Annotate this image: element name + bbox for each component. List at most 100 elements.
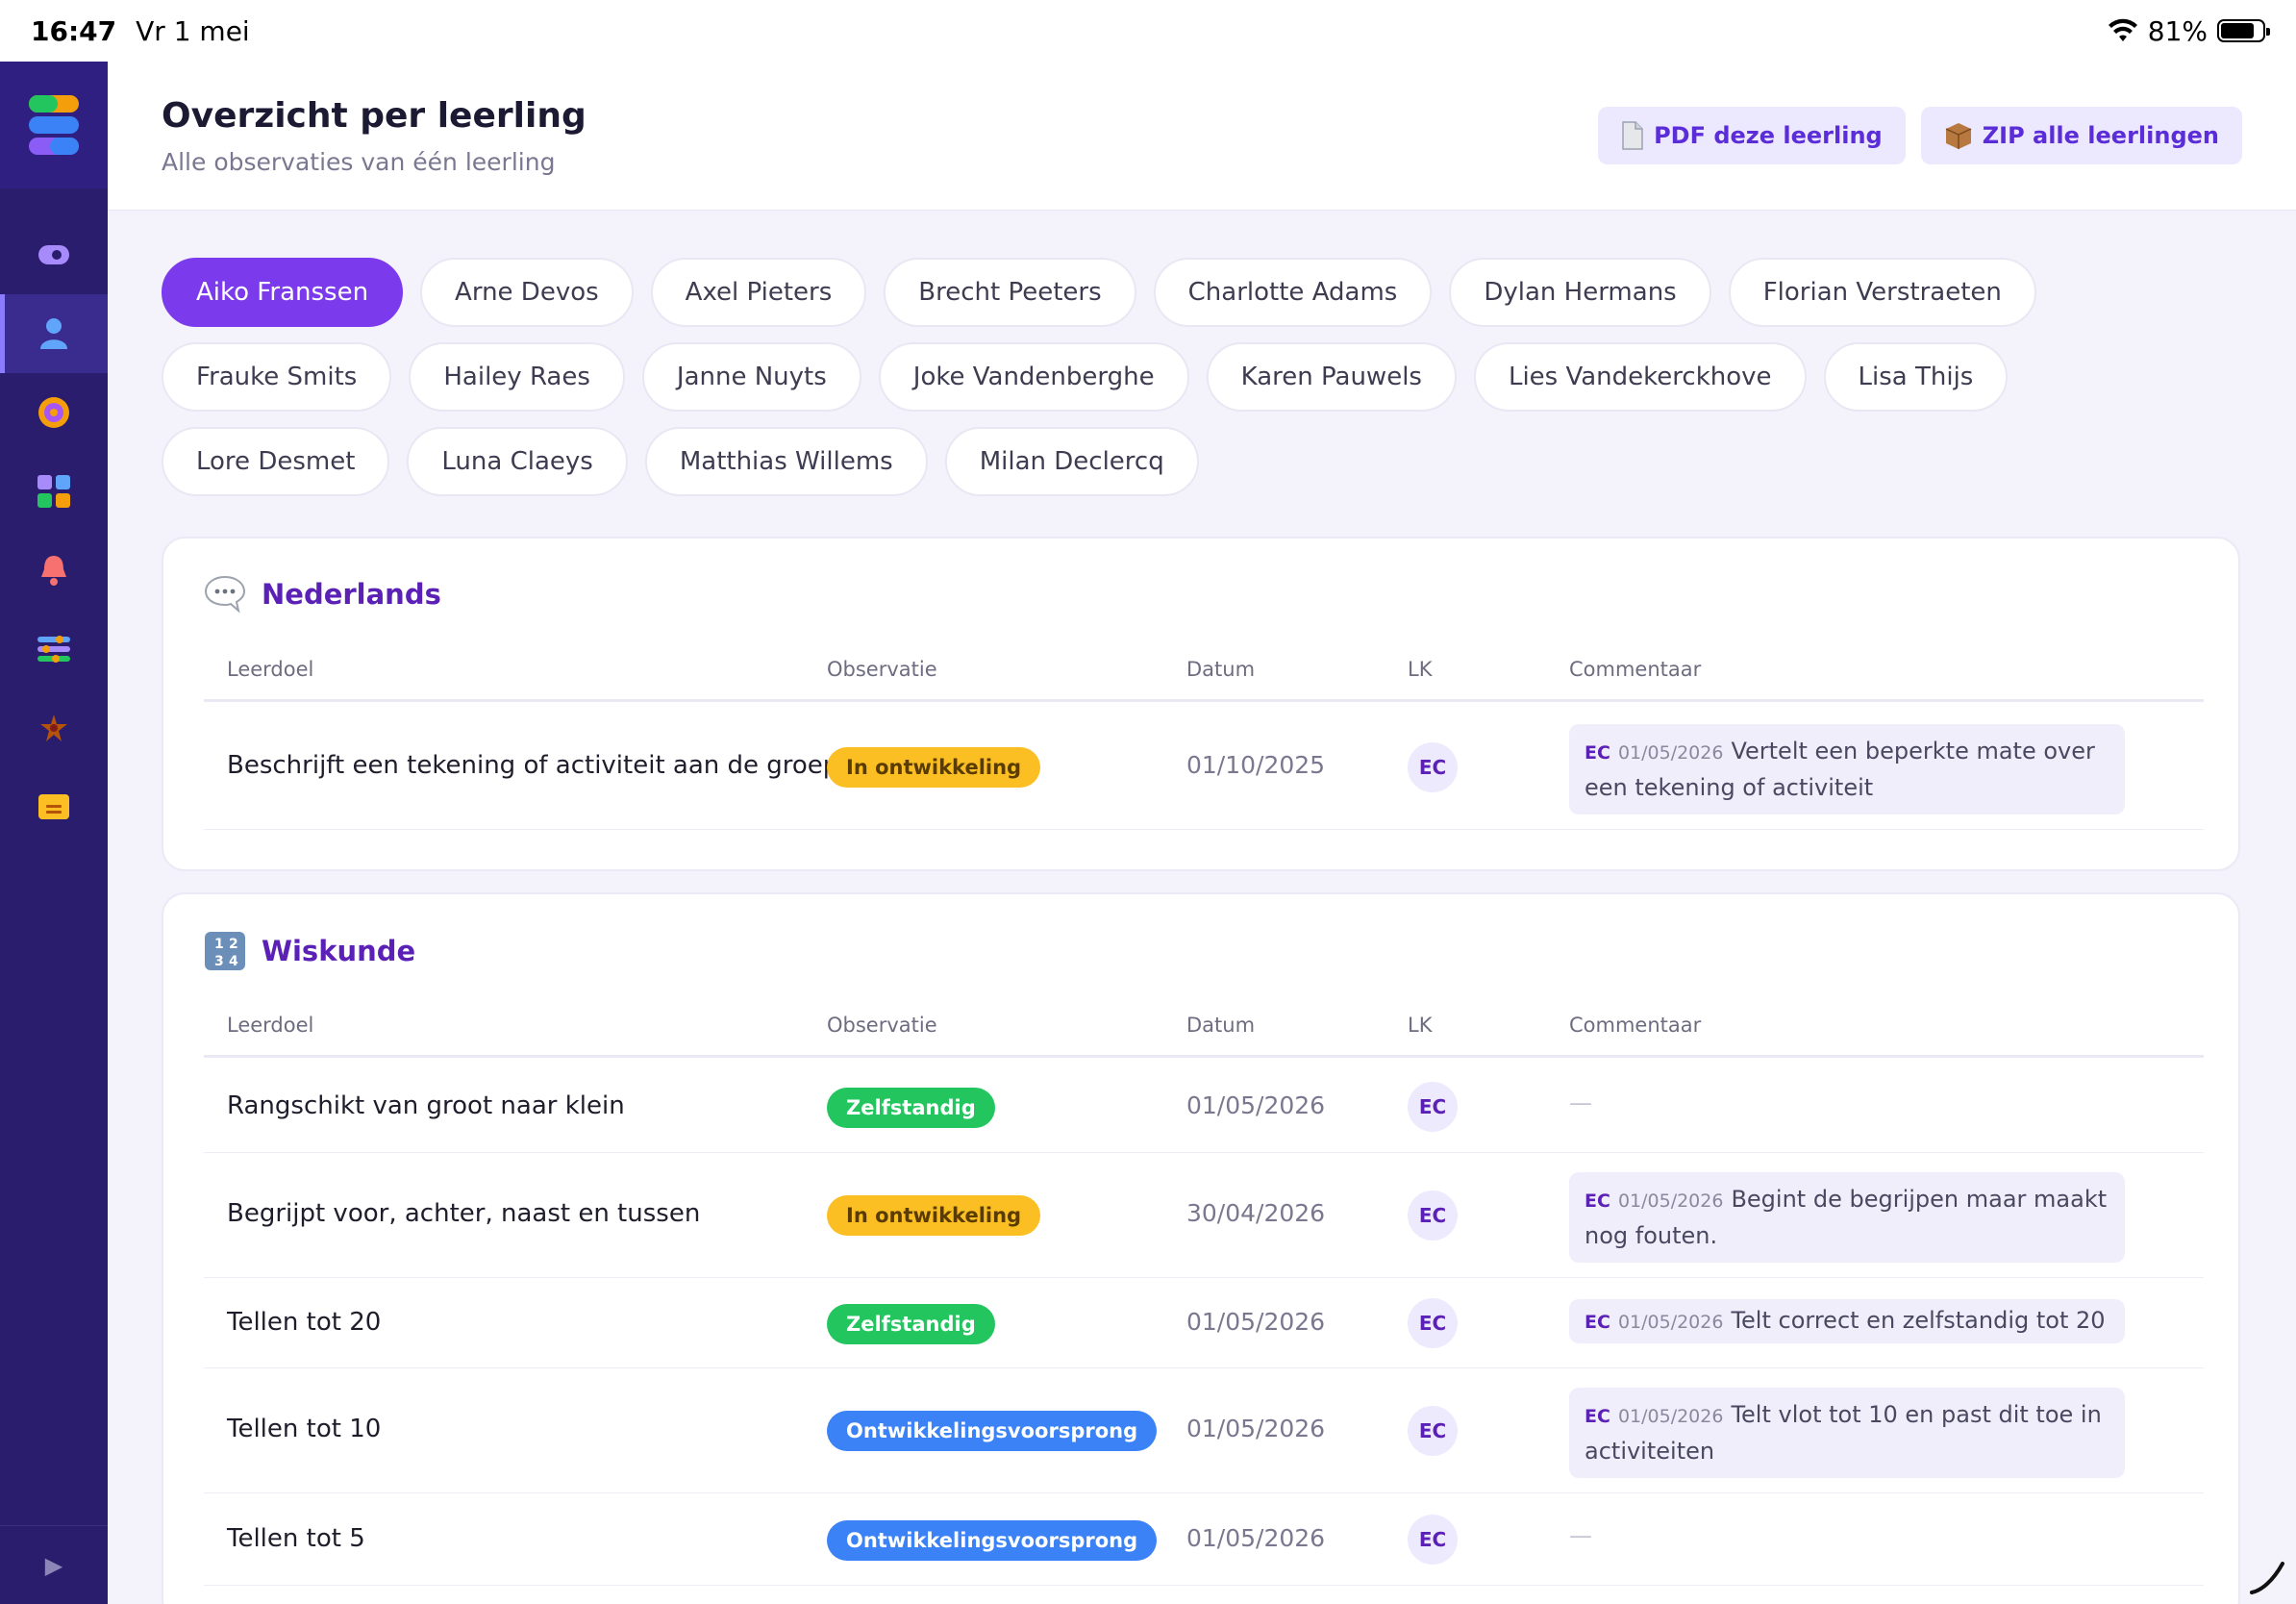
- comment-date: 01/05/2026: [1617, 1190, 1724, 1212]
- subject-title: Nederlands: [262, 578, 441, 611]
- table-row[interactable]: Beschrijft een tekening of activiteit aa…: [204, 705, 2204, 830]
- student-chip[interactable]: Lies Vandekerckhove: [1473, 342, 1807, 412]
- sidebar-item-overview[interactable]: [0, 452, 108, 531]
- note-icon: [38, 794, 69, 819]
- target-icon: [38, 397, 69, 428]
- student-chip[interactable]: Axel Pieters: [650, 258, 867, 327]
- status-right: 81%: [2108, 14, 2270, 47]
- sidebar-item-notifications[interactable]: [0, 531, 108, 610]
- teacher-avatar: EC: [1408, 1298, 1458, 1348]
- sidebar-item-tools[interactable]: [0, 689, 108, 767]
- status-bar: 16:47 Vr 1 mei 81%: [0, 0, 2296, 62]
- page-subtitle: Alle observaties van één leerling: [162, 148, 556, 176]
- comment-text: Telt correct en zelfstandig tot 20: [1731, 1307, 2106, 1334]
- svg-text:4: 4: [229, 954, 238, 969]
- table-header: Leerdoel Observatie Datum LK Commentaar: [204, 1012, 2204, 1058]
- student-chip[interactable]: Arne Devos: [420, 258, 634, 327]
- sidebar-item-settings[interactable]: [0, 610, 108, 689]
- student-chip[interactable]: Joke Vandenberghe: [878, 342, 1189, 412]
- table-row[interactable]: Tellen tot 20 Zelfstandig 01/05/2026 EC …: [204, 1278, 2204, 1368]
- column-header-observation: Observatie: [827, 1014, 937, 1037]
- table-row[interactable]: Tellen tot 10 Ontwikkelingsvoorsprong 01…: [204, 1368, 2204, 1493]
- table-row[interactable]: Tellen tot 5 Ontwikkelingsvoorsprong 01/…: [204, 1493, 2204, 1586]
- student-chip[interactable]: Luna Claeys: [407, 427, 628, 496]
- sidebar-item-notes[interactable]: [0, 767, 108, 846]
- numbers-icon: 1 2 3 4: [205, 932, 245, 970]
- package-icon: [1945, 123, 1972, 149]
- grid-icon: [37, 475, 70, 508]
- goal-text: Beschrijft een tekening of activiteit aa…: [227, 751, 839, 780]
- expand-sidebar-button[interactable]: ▶: [0, 1525, 108, 1604]
- observation-badge: In ontwikkeling: [827, 1195, 1041, 1236]
- bell-icon: [41, 556, 66, 586]
- observation-badge: Zelfstandig: [827, 1304, 995, 1344]
- comment-box: EC 01/05/2026 Vertelt een beperkte mate ov…: [1569, 724, 2125, 815]
- column-header-lk: LK: [1408, 1014, 1433, 1037]
- student-chip[interactable]: Florian Verstraeten: [1728, 258, 2036, 327]
- teacher-avatar: EC: [1408, 742, 1458, 792]
- teacher-avatar: EC: [1408, 1406, 1458, 1456]
- comment-box: EC 01/05/2026 Telt correct en zelfstandig …: [1569, 1299, 2125, 1343]
- logo-icon: [29, 95, 79, 155]
- subject-title: Wiskunde: [262, 935, 416, 967]
- student-chip[interactable]: Brecht Peeters: [884, 258, 1136, 327]
- student-chip[interactable]: Charlotte Adams: [1153, 258, 1433, 327]
- sidebar: ▶: [0, 62, 108, 1604]
- column-header-observation: Observatie: [827, 658, 937, 681]
- empty-comment: —: [1569, 1522, 1592, 1549]
- page-header: Overzicht per leerling Alle observaties …: [108, 62, 2296, 211]
- speech-bubble-icon: [204, 575, 246, 614]
- goal-text: Tellen tot 10: [227, 1415, 382, 1443]
- observation-badge: Ontwikkelingsvoorsprong: [827, 1520, 1158, 1561]
- zip-all-label: ZIP alle leerlingen: [1982, 122, 2219, 149]
- pencil-icon[interactable]: [2248, 1558, 2286, 1596]
- svg-text:1: 1: [214, 937, 224, 952]
- sidebar-item-dashboard[interactable]: [0, 215, 108, 294]
- student-chip[interactable]: Matthias Willems: [644, 427, 928, 496]
- student-chip[interactable]: Milan Declercq: [944, 427, 1199, 496]
- app-logo[interactable]: [0, 62, 108, 188]
- column-header-goal: Leerdoel: [227, 658, 314, 681]
- student-chip[interactable]: Hailey Raes: [409, 342, 625, 412]
- goal-text: Tellen tot 5: [227, 1524, 365, 1553]
- teacher-avatar: EC: [1408, 1515, 1458, 1565]
- empty-comment: —: [1569, 1090, 1592, 1116]
- observation-badge: Zelfstandig: [827, 1088, 995, 1128]
- teacher-avatar: EC: [1408, 1082, 1458, 1132]
- column-header-goal: Leerdoel: [227, 1014, 314, 1037]
- comment-date: 01/05/2026: [1617, 742, 1724, 764]
- student-chip[interactable]: Lore Desmet: [162, 427, 390, 496]
- student-chip[interactable]: Lisa Thijs: [1823, 342, 2009, 412]
- expand-icon: ▶: [44, 1551, 63, 1579]
- battery-icon: [2217, 19, 2270, 42]
- gauge-icon: [38, 245, 69, 264]
- battery-percentage: 81%: [2147, 14, 2208, 47]
- pdf-student-button[interactable]: PDF deze leerling: [1598, 107, 1906, 164]
- student-selector: Aiko Franssen Arne Devos Axel Pieters Br…: [162, 258, 2229, 496]
- subject-card-wiskunde: 1 2 3 4 Wiskunde Leerdoel Observatie Dat…: [162, 892, 2240, 1604]
- svg-text:2: 2: [229, 937, 238, 952]
- sidebar-item-goals[interactable]: [0, 373, 108, 452]
- student-chip[interactable]: Karen Pauwels: [1206, 342, 1457, 412]
- goal-text: Tellen tot 20: [227, 1308, 382, 1337]
- student-chip[interactable]: Dylan Hermans: [1449, 258, 1711, 327]
- header-actions: PDF deze leerling ZIP alle leerlingen: [1598, 107, 2242, 164]
- comment-date: 01/05/2026: [1617, 1312, 1724, 1333]
- table-row[interactable]: Rangschikt van groot naar klein Zelfstan…: [204, 1061, 2204, 1153]
- observation-date: 01/05/2026: [1186, 1524, 1326, 1552]
- table-row[interactable]: Begrijpt voor, achter, naast en tussen I…: [204, 1153, 2204, 1278]
- sidebar-item-students[interactable]: [0, 294, 108, 373]
- student-chip[interactable]: Janne Nuyts: [641, 342, 861, 412]
- student-chip[interactable]: Frauke Smits: [162, 342, 392, 412]
- observation-badge: Ontwikkelingsvoorsprong: [827, 1411, 1158, 1451]
- student-chip[interactable]: Aiko Franssen: [162, 258, 404, 327]
- pdf-student-label: PDF deze leerling: [1654, 122, 1883, 149]
- comment-initials: EC: [1585, 742, 1610, 764]
- zip-all-button[interactable]: ZIP alle leerlingen: [1920, 107, 2242, 164]
- comment-initials: EC: [1585, 1312, 1610, 1333]
- observation-date: 01/10/2025: [1186, 751, 1326, 779]
- observation-date: 01/05/2026: [1186, 1308, 1326, 1336]
- observation-date: 01/05/2026: [1186, 1415, 1326, 1442]
- goal-text: Rangschikt van groot naar klein: [227, 1091, 625, 1120]
- wifi-icon: [2108, 18, 2137, 41]
